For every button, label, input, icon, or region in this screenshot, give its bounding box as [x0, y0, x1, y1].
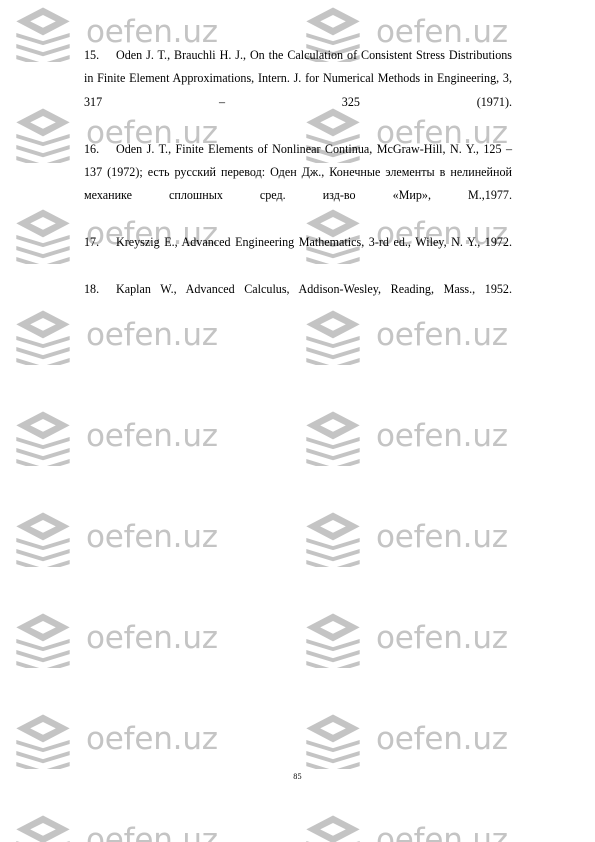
bibliography-list: 15. Oden J. T., Brauchli H. J., On the Ca…	[84, 44, 512, 325]
bibliography-entry-text: Kaplan W., Advanced Calculus, Addison-We…	[116, 282, 512, 297]
document-page: oefen.uz oefen.uz oefen.uz oefen.uz oefen.uz…	[0, 0, 595, 842]
bibliography-entry-text: Oden J. T., Brauchli H. J., On the Calcu…	[84, 48, 512, 109]
bibliography-entry-number: 16.	[84, 141, 100, 156]
bibliography-entry-number: 17.	[84, 235, 100, 250]
bibliography-entry-text: Oden J. T., Finite Elements of Nonlinear…	[84, 141, 512, 203]
bibliography-entry-number: 18.	[84, 282, 100, 297]
bibliography-entry: 15. Oden J. T., Brauchli H. J., On the Ca…	[84, 44, 512, 138]
bibliography-entry-text: Kreyszig E., Advanced Engineering Mathem…	[116, 235, 512, 250]
bibliography-entry: 18. Kaplan W., Advanced Calculus, Addison…	[84, 278, 512, 325]
page-content: 15. Oden J. T., Brauchli H. J., On the Ca…	[0, 0, 595, 842]
bibliography-entry-number: 15.	[84, 48, 100, 62]
bibliography-entry: 16. Oden J. T., Finite Elements of Nonlin…	[84, 138, 512, 232]
page-number: 85	[293, 772, 302, 781]
bibliography-entry: 17. Kreyszig E., Advanced Engineering Mat…	[84, 231, 512, 278]
